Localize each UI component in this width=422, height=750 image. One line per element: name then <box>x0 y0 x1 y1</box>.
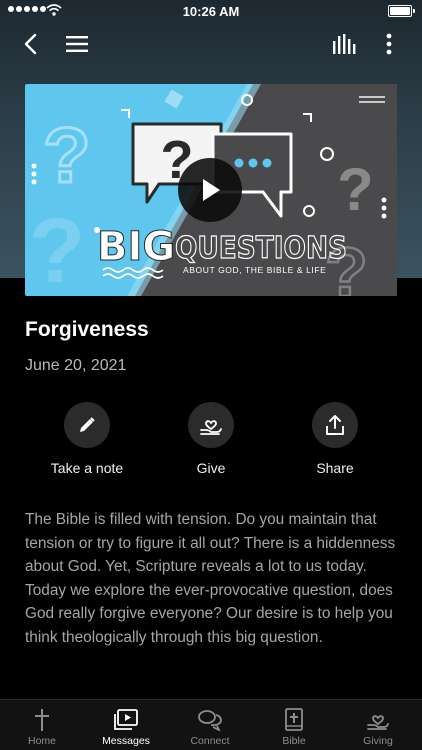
share-label: Share <box>316 460 354 476</box>
tab-giving-label: Giving <box>363 735 393 747</box>
audio-bars-icon <box>333 34 356 54</box>
tab-bar: Home Messages Connect Bible Giving <box>0 699 422 750</box>
tab-messages[interactable]: Messages <box>84 700 168 750</box>
share-icon-circle <box>312 402 358 448</box>
tab-bible-label: Bible <box>282 735 306 747</box>
share-icon <box>326 415 344 435</box>
svg-text:?: ? <box>29 200 85 296</box>
chat-bubbles-icon <box>198 710 222 731</box>
tab-connect[interactable]: Connect <box>168 700 252 750</box>
take-note-label: Take a note <box>50 460 124 476</box>
play-button[interactable] <box>178 158 242 222</box>
take-note-button[interactable]: Take a note <box>27 402 147 476</box>
chevron-left-icon <box>24 33 37 55</box>
menu-button[interactable] <box>61 28 93 60</box>
tab-home[interactable]: Home <box>0 700 84 750</box>
svg-text:?: ? <box>337 156 374 223</box>
more-button[interactable] <box>373 28 405 60</box>
video-headline-big: BIG <box>97 224 175 270</box>
svg-text:?: ? <box>43 111 91 199</box>
give-button[interactable]: Give <box>151 402 271 476</box>
status-bar: 10:26 AM <box>0 0 422 22</box>
video-library-icon <box>114 709 138 730</box>
battery-icon <box>388 5 415 17</box>
video-tagline: ABOUT GOD, THE BIBLE & LIFE <box>183 265 326 275</box>
audio-button[interactable] <box>328 28 360 60</box>
give-label: Give <box>196 460 226 476</box>
play-icon <box>203 179 220 201</box>
video-thumbnail[interactable]: ? ? ? ? ? BIG QUESTIONS ABOUT GOD, THE B… <box>25 84 397 296</box>
heart-hand-icon <box>367 715 389 730</box>
share-button[interactable]: Share <box>275 402 395 476</box>
status-time: 10:26 AM <box>182 4 240 19</box>
take-note-icon-circle <box>64 402 110 448</box>
tab-connect-label: Connect <box>190 735 230 747</box>
back-button[interactable] <box>15 28 47 60</box>
tab-giving[interactable]: Giving <box>336 700 420 750</box>
tab-bible[interactable]: Bible <box>252 700 336 750</box>
message-date: June 20, 2021 <box>25 357 127 374</box>
bible-icon <box>285 708 303 731</box>
cross-icon <box>35 709 49 731</box>
video-headline-questions: QUESTIONS <box>175 231 347 266</box>
tab-messages-label: Messages <box>102 735 150 747</box>
heart-hand-icon <box>200 420 222 435</box>
tab-home-label: Home <box>27 735 56 747</box>
message-title: Forgiveness <box>25 318 149 341</box>
hamburger-menu-icon <box>66 36 88 52</box>
give-icon-circle <box>188 402 234 448</box>
pencil-icon <box>80 417 95 432</box>
message-description: The Bible is filled with tension. Do you… <box>25 511 396 646</box>
more-vertical-icon <box>386 33 392 55</box>
